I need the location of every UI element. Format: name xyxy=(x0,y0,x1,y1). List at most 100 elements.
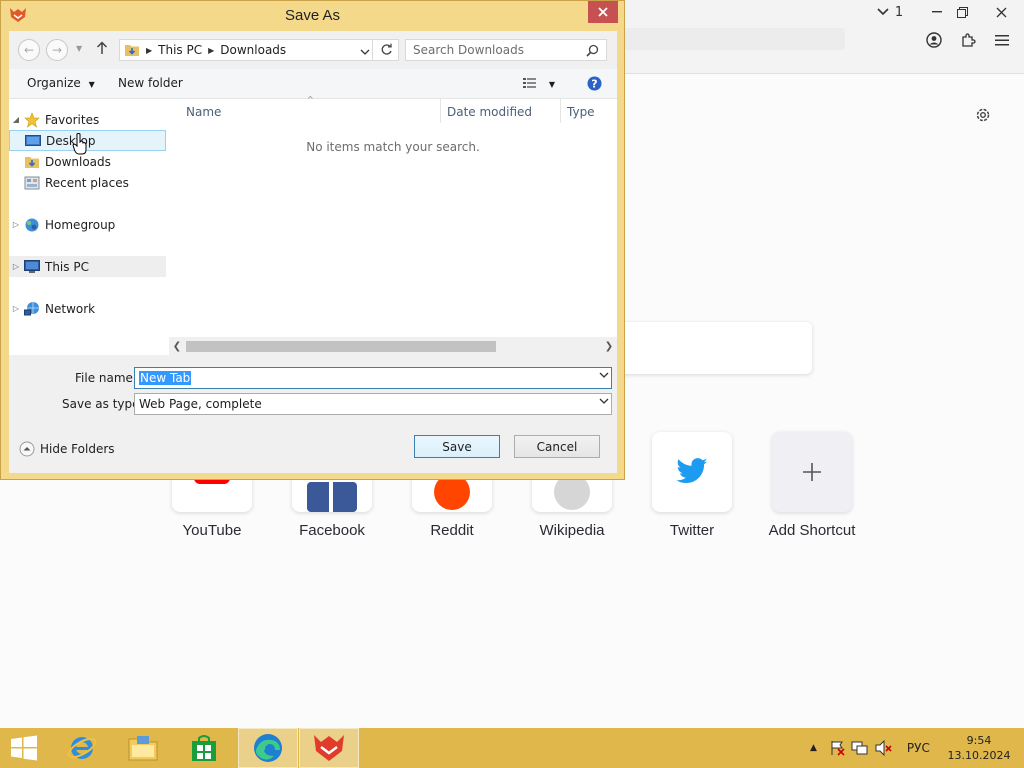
column-separator[interactable] xyxy=(560,99,561,123)
chevron-down-icon[interactable] xyxy=(599,371,609,382)
horizontal-scrollbar[interactable]: ❮ ❯ xyxy=(169,337,617,355)
shortcut-label: Wikipedia xyxy=(539,522,605,539)
show-hidden-icons-button[interactable]: ▲ xyxy=(810,743,817,753)
recent-locations-button[interactable]: ▼ xyxy=(76,44,82,53)
store-icon xyxy=(192,735,216,761)
back-button[interactable]: ← xyxy=(18,39,40,61)
dialog-body: ← → ▼ ▶ This PC ▶ Downloads Search Downl… xyxy=(9,31,617,473)
start-button[interactable] xyxy=(0,728,48,768)
save-type-label: Save as type: xyxy=(62,397,144,411)
new-folder-button[interactable]: New folder xyxy=(118,76,183,90)
organize-button[interactable]: Organize ▼ xyxy=(27,76,95,90)
taskbar-edge[interactable] xyxy=(238,728,298,768)
scrollbar-thumb[interactable] xyxy=(186,341,496,352)
column-header-date-modified[interactable]: Date modified xyxy=(447,105,532,119)
shortcut-label: Add Shortcut xyxy=(768,522,856,539)
address-dropdown-button[interactable] xyxy=(360,45,370,59)
account-button[interactable] xyxy=(922,28,946,52)
menu-button[interactable] xyxy=(990,28,1014,52)
nav-label: Recent places xyxy=(45,175,129,190)
nav-item-favorites[interactable]: ◢ Favorites xyxy=(9,109,166,130)
extensions-button[interactable] xyxy=(956,28,980,52)
hamburger-icon xyxy=(995,35,1009,46)
cancel-button[interactable]: Cancel xyxy=(514,435,600,458)
network-icon xyxy=(23,301,41,317)
refresh-icon xyxy=(381,43,392,55)
close-browser-button[interactable] xyxy=(984,0,1018,24)
file-name-label: File name: xyxy=(75,371,137,385)
help-button[interactable]: ? xyxy=(587,76,602,94)
taskbar: ▲ РУС 9:54 13.10.2024 xyxy=(0,728,1024,768)
shortcut-twitter[interactable]: Twitter xyxy=(637,432,747,539)
clock[interactable]: 9:54 13.10.2024 xyxy=(944,733,1014,763)
chevron-down-icon xyxy=(877,8,889,16)
navigation-pane: ◢ Favorites Desktop Downloads Recent pla… xyxy=(9,99,169,355)
plus-icon xyxy=(772,432,852,512)
nav-item-downloads[interactable]: Downloads xyxy=(9,151,166,172)
shortcut-label: Facebook xyxy=(299,522,365,539)
network-status-icon[interactable] xyxy=(851,740,869,756)
column-header-name[interactable]: Name xyxy=(186,105,221,119)
settings-button[interactable] xyxy=(972,104,994,126)
taskbar-store[interactable] xyxy=(174,728,234,768)
expanded-arrow-icon[interactable]: ◢ xyxy=(9,115,23,124)
save-button[interactable]: Save xyxy=(414,435,500,458)
nav-label: Desktop xyxy=(46,133,96,148)
taskbar-file-explorer[interactable] xyxy=(113,728,173,768)
shortcut-label: YouTube xyxy=(182,522,242,539)
volume-muted-icon[interactable] xyxy=(875,740,893,756)
nav-item-desktop[interactable]: Desktop xyxy=(9,130,166,155)
nav-item-network[interactable]: ▷ Network xyxy=(9,298,166,319)
save-type-select[interactable]: Web Page, complete xyxy=(134,393,612,415)
column-header-type[interactable]: Type xyxy=(567,105,595,119)
collapsed-arrow-icon[interactable]: ▷ xyxy=(9,304,23,313)
file-name-field[interactable]: New Tab xyxy=(134,367,612,389)
dialog-close-button[interactable] xyxy=(588,1,618,23)
breadcrumb-this-pc[interactable]: This PC xyxy=(158,43,202,57)
nav-item-recent-places[interactable]: Recent places xyxy=(9,172,166,193)
close-icon xyxy=(996,7,1006,17)
taskbar-internet-explorer[interactable] xyxy=(52,728,112,768)
taskbar-browser[interactable] xyxy=(299,728,359,768)
nav-item-homegroup[interactable]: ▷ Homegroup xyxy=(9,214,166,235)
search-downloads-input[interactable]: Search Downloads xyxy=(405,39,607,61)
column-separator[interactable] xyxy=(440,99,441,123)
nav-label: Network xyxy=(45,301,96,316)
save-label: Save xyxy=(442,439,472,454)
shortcut-label: Twitter xyxy=(669,522,715,539)
restore-button[interactable] xyxy=(945,0,979,24)
nav-label: This PC xyxy=(45,259,89,274)
scroll-right-arrow-icon[interactable]: ❯ xyxy=(602,338,616,354)
save-type-value: Web Page, complete xyxy=(139,397,262,411)
search-icon xyxy=(586,44,599,57)
scroll-left-arrow-icon[interactable]: ❮ xyxy=(170,338,184,354)
input-language[interactable]: РУС xyxy=(907,741,930,755)
up-button[interactable] xyxy=(96,41,108,58)
chevron-down-icon xyxy=(599,397,609,408)
help-icon: ? xyxy=(587,76,602,91)
desktop-icon xyxy=(24,133,42,149)
refresh-button[interactable] xyxy=(380,43,393,59)
dialog-titlebar[interactable]: Save As xyxy=(1,1,624,31)
arrow-right-icon: → xyxy=(51,43,63,57)
navigation-bar: ← → ▼ ▶ This PC ▶ Downloads Search Downl… xyxy=(9,31,617,69)
collapsed-arrow-icon[interactable]: ▷ xyxy=(9,262,23,271)
hide-folders-button[interactable]: Hide Folders xyxy=(19,441,115,457)
star-icon xyxy=(23,111,41,128)
file-name-value[interactable]: New Tab xyxy=(139,371,192,385)
downloads-folder-icon xyxy=(23,154,41,170)
nav-label: Homegroup xyxy=(45,217,116,232)
nav-item-this-pc[interactable]: ▷ This PC xyxy=(9,256,166,277)
empty-message: No items match your search. xyxy=(306,140,480,154)
view-options-button[interactable]: ▼ xyxy=(523,77,555,92)
breadcrumb-downloads[interactable]: Downloads xyxy=(220,43,286,57)
address-bar[interactable] xyxy=(610,28,845,50)
shortcut-add[interactable]: Add Shortcut xyxy=(757,432,867,539)
action-center-icon[interactable] xyxy=(829,740,845,756)
tab-list-button[interactable]: 1 xyxy=(868,0,912,24)
forward-button[interactable]: → xyxy=(46,39,68,61)
arrow-up-icon xyxy=(96,41,108,54)
collapsed-arrow-icon[interactable]: ▷ xyxy=(9,220,23,229)
address-breadcrumb[interactable]: ▶ This PC ▶ Downloads xyxy=(119,39,399,61)
account-icon xyxy=(926,32,942,48)
